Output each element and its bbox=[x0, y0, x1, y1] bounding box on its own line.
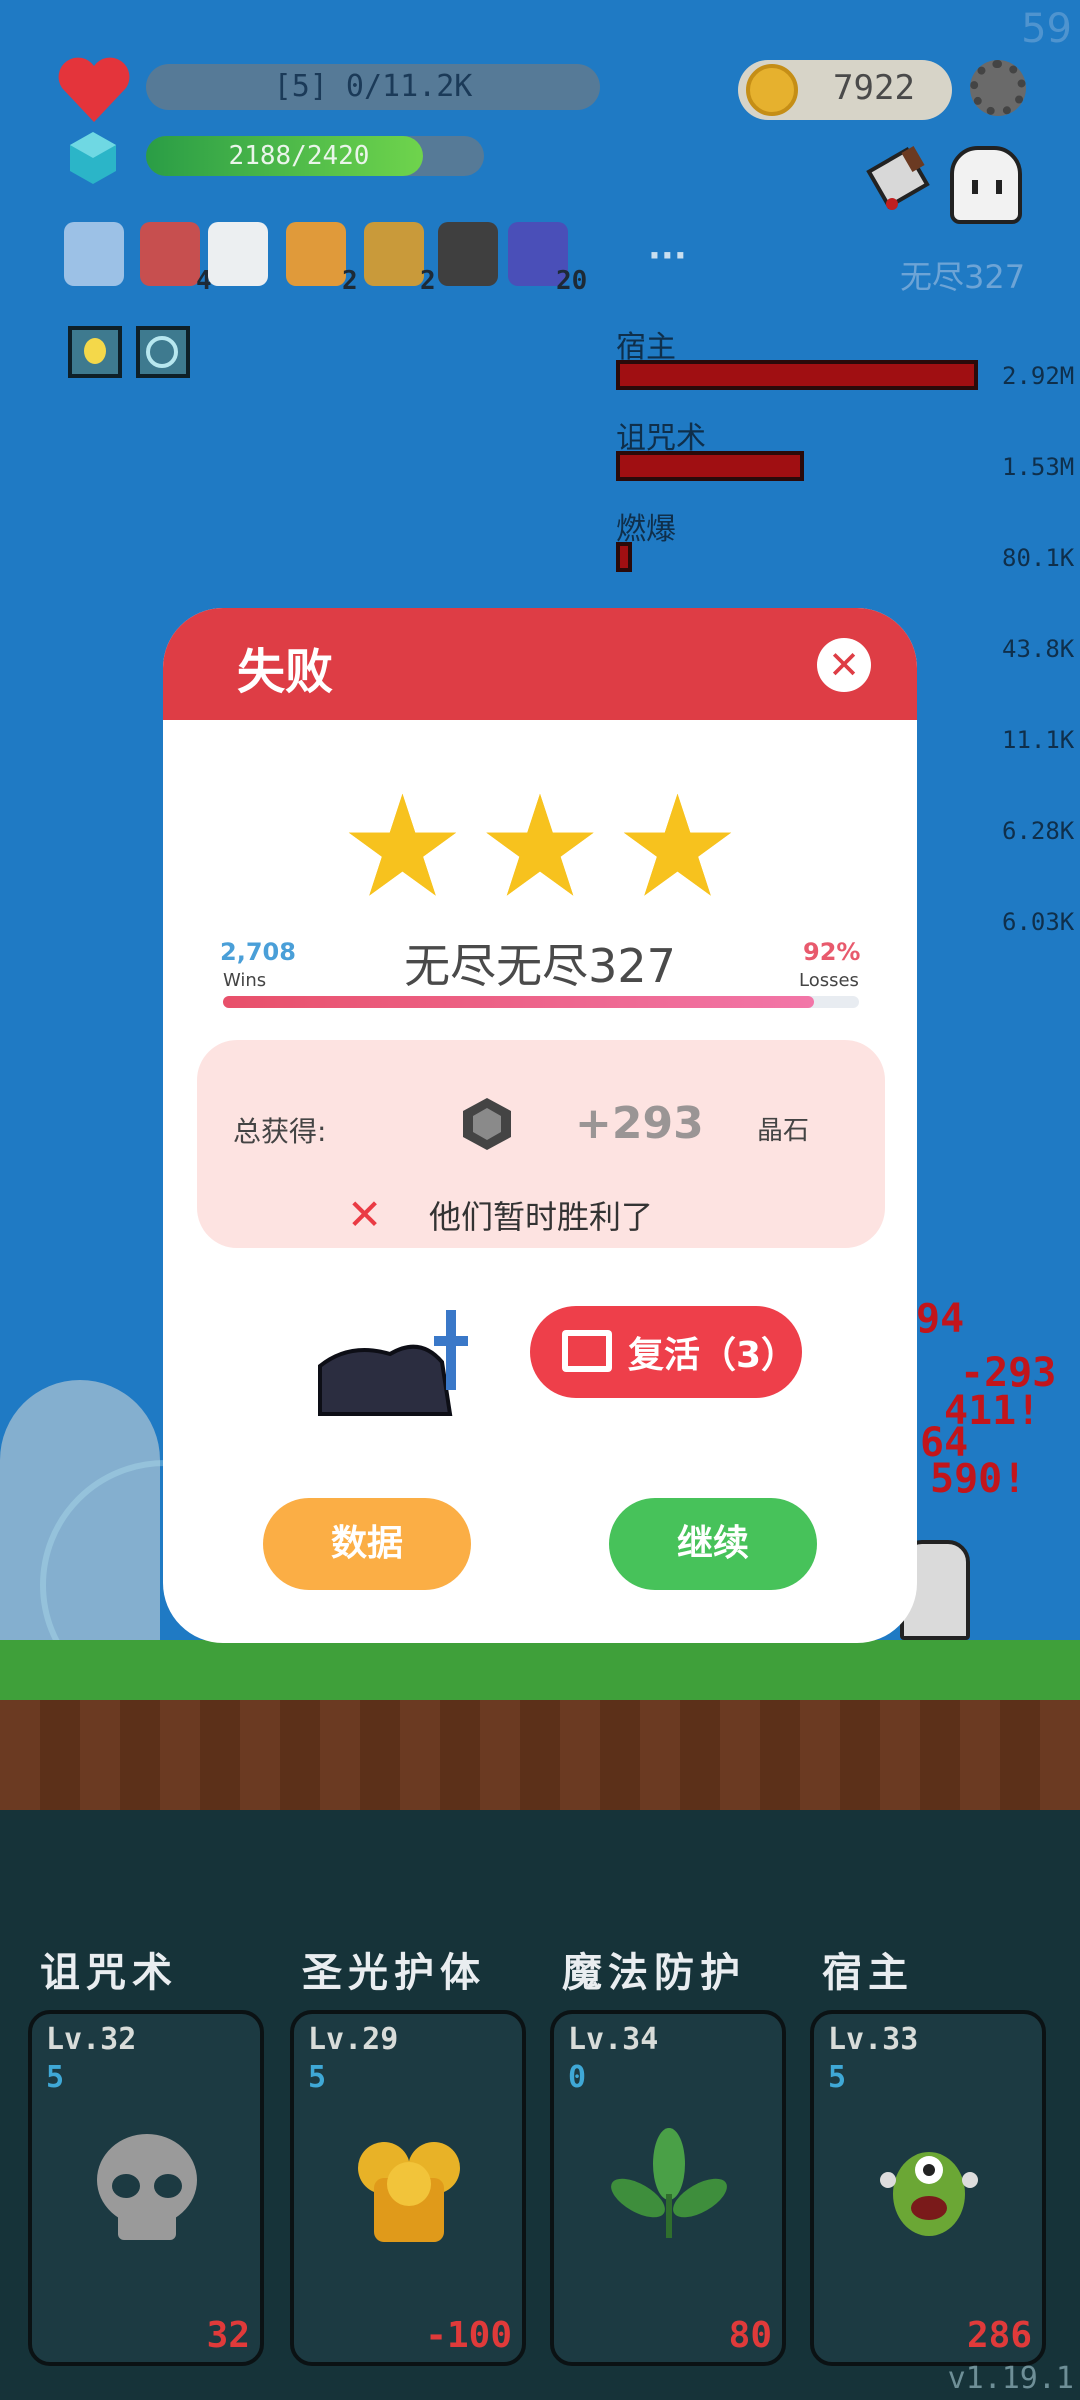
reward-box: 总获得: +293 晶石 ✕ 他们暂时胜利了 bbox=[197, 1040, 885, 1248]
skill-title: 魔法防护 bbox=[562, 1950, 746, 1996]
skill-card[interactable]: Lv.32 5 32 bbox=[28, 2010, 264, 2366]
star-icon: ★ bbox=[339, 766, 466, 929]
skills-row: 诅咒术 Lv.32 5 32 圣光护体 Lv.29 5 -100 魔法防护 Lv.34 0 80 宿主 L… bbox=[0, 1940, 1080, 2390]
leaf-icon bbox=[604, 2124, 734, 2254]
damage-value: 2.92M bbox=[1002, 362, 1075, 390]
lightbulb-buff-icon[interactable] bbox=[68, 326, 122, 378]
inventory-row: 4 2 2 20 bbox=[64, 222, 704, 302]
result-message: 他们暂时胜利了 bbox=[429, 1198, 654, 1236]
cross-icon: ✕ bbox=[347, 1190, 383, 1239]
item-count: 2 bbox=[420, 266, 436, 296]
skill-title: 宿主 bbox=[822, 1950, 914, 1996]
version-label: v1.19.1 bbox=[947, 2361, 1074, 2396]
grave-sword-icon bbox=[310, 1306, 478, 1416]
dirt-ground bbox=[0, 1700, 1080, 1810]
skill-title: 圣光护体 bbox=[302, 1950, 486, 1996]
mortar-icon[interactable] bbox=[438, 222, 498, 286]
defeat-dialog: 失败 ✕ ★★★ 2,708 Wins 无尽无尽327 92% Losses 总… bbox=[163, 608, 917, 1643]
skill-card[interactable]: Lv.33 5 286 bbox=[810, 2010, 1046, 2366]
chat-bubble-icon[interactable] bbox=[208, 222, 268, 286]
damage-bar bbox=[616, 360, 978, 390]
gold-value: 7922 bbox=[833, 68, 915, 108]
loss-percent: 92% bbox=[803, 938, 861, 966]
skill-cost: 286 bbox=[966, 2315, 1032, 2356]
skill-cost: -100 bbox=[425, 2315, 512, 2356]
reward-unit: 晶石 bbox=[757, 1116, 810, 1146]
skill-level: Lv.32 bbox=[46, 2022, 137, 2057]
damage-number: 590! bbox=[930, 1456, 1027, 1502]
video-icon bbox=[562, 1330, 612, 1372]
loss-label: Losses bbox=[799, 970, 859, 991]
damage-value: 43.8K bbox=[1002, 635, 1075, 663]
skill-card[interactable]: Lv.29 5 -100 bbox=[290, 2010, 526, 2366]
star-icon: ★ bbox=[614, 766, 741, 929]
stage-label: 无尽327 bbox=[900, 258, 1026, 296]
damage-bar bbox=[616, 451, 804, 481]
ghost-icon[interactable] bbox=[950, 146, 1022, 224]
green-monster-icon bbox=[864, 2124, 994, 2254]
skill-cost: 80 bbox=[728, 2315, 772, 2356]
gear-icon[interactable] bbox=[970, 60, 1026, 116]
damage-number: 94 bbox=[916, 1296, 965, 1342]
damage-value: 6.28K bbox=[1002, 817, 1075, 845]
skill-sublevel: 5 bbox=[828, 2060, 847, 2095]
skill-level: Lv.29 bbox=[308, 2022, 399, 2057]
star-icon: ★ bbox=[477, 766, 603, 929]
item-count: 2 bbox=[342, 266, 358, 296]
skill-sublevel: 5 bbox=[46, 2060, 65, 2095]
grass-ground bbox=[0, 1640, 1080, 1700]
fps-counter: 59 bbox=[1021, 6, 1072, 52]
coin-icon bbox=[746, 64, 798, 116]
revive-button[interactable]: 复活（3） bbox=[530, 1306, 802, 1398]
briefcase-icon[interactable] bbox=[286, 222, 346, 286]
skull-icon bbox=[82, 2124, 212, 2254]
damage-value: 1.53M bbox=[1002, 453, 1075, 481]
exp-text: 2188/2420 bbox=[228, 141, 370, 171]
book-icon[interactable] bbox=[364, 222, 424, 286]
damage-value: 11.1K bbox=[1002, 726, 1075, 754]
skill-title: 诅咒术 bbox=[40, 1950, 178, 1996]
star-rating: ★★★ bbox=[163, 778, 917, 918]
damage-value: 6.03K bbox=[1002, 908, 1075, 936]
data-button[interactable]: 数据 bbox=[263, 1498, 471, 1590]
win-loss-progress-fill bbox=[223, 996, 814, 1008]
reward-label: 总获得: bbox=[233, 1115, 327, 1148]
robe-icon[interactable] bbox=[64, 222, 124, 286]
revive-label: 复活（3） bbox=[628, 1335, 798, 1376]
damage-bar bbox=[616, 542, 632, 572]
gem-icon bbox=[68, 130, 118, 186]
cleaver-icon[interactable] bbox=[862, 144, 938, 224]
more-icon[interactable]: ··· bbox=[648, 236, 687, 276]
close-button[interactable]: ✕ bbox=[817, 638, 871, 692]
item-count: 20 bbox=[556, 266, 588, 296]
dialog-title: 失败 bbox=[237, 644, 334, 700]
vortex-buff-icon[interactable] bbox=[136, 326, 190, 378]
skill-cost: 32 bbox=[206, 2315, 250, 2356]
skill-level: Lv.33 bbox=[828, 2022, 919, 2057]
skill-level: Lv.34 bbox=[568, 2022, 659, 2057]
skill-sublevel: 5 bbox=[308, 2060, 327, 2095]
continue-button[interactable]: 继续 bbox=[609, 1498, 817, 1590]
tombstone-icon[interactable] bbox=[140, 222, 200, 286]
skill-sublevel: 0 bbox=[568, 2060, 587, 2095]
gold-counter[interactable]: 7922 bbox=[738, 60, 952, 120]
damage-value: 80.1K bbox=[1002, 544, 1075, 572]
heart-icon bbox=[56, 56, 132, 126]
hp-text: [5] 0/11.2K bbox=[273, 69, 473, 104]
skill-card[interactable]: Lv.34 0 80 bbox=[550, 2010, 786, 2366]
golden-armor-icon bbox=[344, 2124, 474, 2254]
reward-value: +293 bbox=[575, 1098, 704, 1149]
crystal-icon bbox=[459, 1096, 515, 1152]
